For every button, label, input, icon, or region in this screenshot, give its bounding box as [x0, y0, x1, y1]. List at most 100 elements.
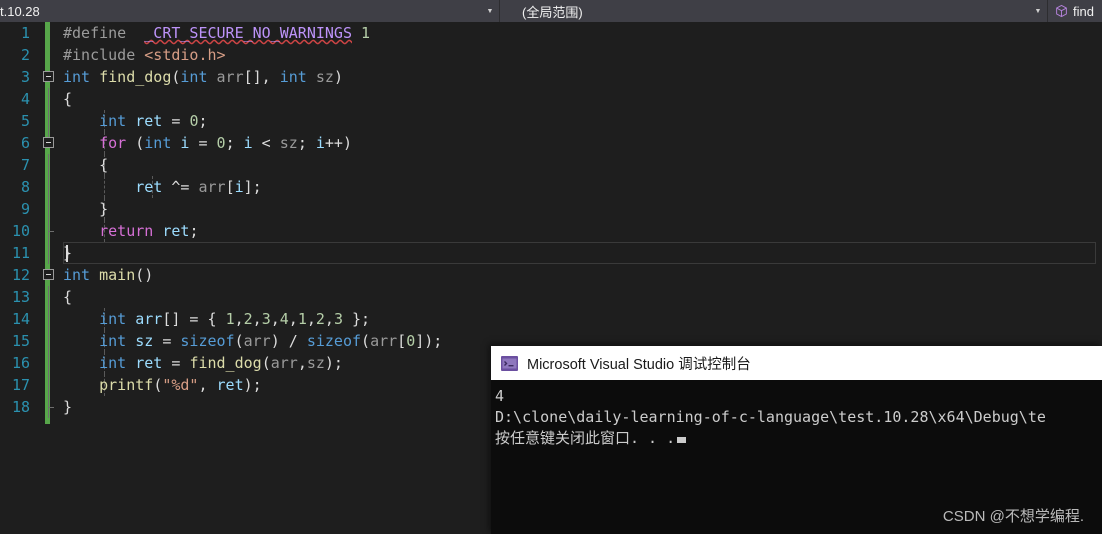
code-text[interactable]: int find_dog(int arr[], int sz) [63, 66, 1102, 88]
fold-margin[interactable] [30, 110, 63, 132]
collapse-icon[interactable] [43, 71, 54, 82]
project-scope-dropdown[interactable]: t.10.28 ▼ [0, 0, 500, 22]
token: sizeof [180, 332, 235, 350]
code-line[interactable]: 3 int find_dog(int arr[], int sz) [0, 66, 1102, 88]
token: sz [135, 332, 154, 350]
code-line[interactable]: 5 int ret = 0; [0, 110, 1102, 132]
code-tokens: return ret; [63, 222, 198, 240]
line-number: 15 [11, 332, 30, 350]
code-line[interactable]: 4{ [0, 88, 1102, 110]
token: int [99, 310, 127, 328]
token: arr [270, 354, 298, 372]
token: ; [198, 112, 208, 130]
fold-margin[interactable] [30, 396, 63, 418]
token: ( [234, 332, 244, 350]
code-text[interactable]: int arr[] = { 1,2,3,4,1,2,3 }; [63, 308, 1102, 330]
token: find_dog [99, 68, 172, 86]
code-text[interactable]: #include <stdio.h> [63, 44, 1102, 66]
code-text[interactable]: return ret; [63, 220, 1102, 242]
code-line[interactable]: 12 int main() [0, 264, 1102, 286]
code-text[interactable]: int main() [63, 264, 1102, 286]
csdn-watermark: CSDN @不想学编程. [942, 508, 1084, 525]
token: ) / [270, 332, 307, 350]
token: [ [397, 332, 407, 350]
fold-margin[interactable] [30, 176, 63, 198]
token: arr [135, 310, 163, 328]
code-text[interactable]: #define _CRT_SECURE_NO_WARNINGS 1 [63, 22, 1102, 44]
code-line[interactable]: 8 ret ^= arr[i]; [0, 176, 1102, 198]
code-text[interactable]: { [63, 286, 1102, 308]
token: , [252, 310, 262, 328]
code-tokens: int ret = find_dog(arr,sz); [63, 354, 343, 372]
chevron-down-icon[interactable]: ▼ [1029, 8, 1047, 15]
fold-margin[interactable] [30, 88, 63, 110]
token: ; [189, 222, 199, 240]
fold-margin[interactable] [30, 374, 63, 396]
console-title-bar[interactable]: Microsoft Visual Studio 调试控制台 [491, 346, 1102, 380]
code-text[interactable]: int ret = 0; [63, 110, 1102, 132]
code-text[interactable]: } [63, 198, 1102, 220]
code-text[interactable]: ret ^= arr[i]; [63, 176, 1102, 198]
code-text[interactable]: { [63, 154, 1102, 176]
fold-margin[interactable] [30, 308, 63, 330]
token: #include [63, 46, 145, 64]
fold-margin[interactable] [30, 220, 63, 242]
token: int [279, 68, 307, 86]
code-tokens: int ret = 0; [63, 112, 208, 130]
cube-icon [1056, 4, 1067, 18]
code-tokens: ret ^= arr[i]; [63, 178, 261, 196]
token: [], [243, 68, 280, 86]
fold-margin[interactable] [30, 154, 63, 176]
code-line[interactable]: 10 return ret; [0, 220, 1102, 242]
token: , [306, 310, 316, 328]
fold-margin[interactable] [30, 198, 63, 220]
collapse-icon[interactable] [43, 137, 54, 148]
fold-margin[interactable] [30, 22, 63, 44]
fold-margin[interactable] [30, 66, 63, 88]
token: sz [306, 354, 325, 372]
line-number: 14 [11, 310, 30, 328]
token: 3 [261, 310, 271, 328]
fold-margin[interactable] [30, 132, 63, 154]
fold-margin[interactable] [30, 264, 63, 286]
fold-margin[interactable] [30, 352, 63, 374]
token: 2 [315, 310, 325, 328]
member-scope-dropdown[interactable]: find [1048, 0, 1102, 22]
namespace-scope-dropdown[interactable]: (全局范围) ▼ [500, 0, 1048, 22]
code-line[interactable]: 1 #define _CRT_SECURE_NO_WARNINGS 1 [0, 22, 1102, 44]
code-text[interactable]: for (int i = 0; i < sz; i++) [63, 132, 1102, 154]
token: ]); [415, 332, 443, 350]
code-text[interactable]: { [63, 88, 1102, 110]
chevron-down-icon[interactable]: ▼ [481, 8, 499, 15]
project-scope-label: t.10.28 [0, 3, 40, 19]
fold-connector [48, 110, 49, 132]
code-line[interactable]: 7 { [0, 154, 1102, 176]
token: } [63, 200, 109, 218]
code-line[interactable]: 2 #include <stdio.h> [0, 44, 1102, 66]
token: }; [342, 310, 371, 328]
token: _CRT_SECURE_NO_WARNINGS [144, 24, 352, 42]
collapse-icon[interactable] [43, 269, 54, 280]
token: , [288, 310, 298, 328]
token: #define [63, 24, 136, 42]
code-tokens: for (int i = 0; i < sz; i++) [63, 134, 352, 152]
code-line[interactable]: 11} [0, 242, 1102, 264]
fold-connector [48, 352, 49, 374]
code-text[interactable]: } [63, 242, 1102, 264]
code-line[interactable]: 9 } [0, 198, 1102, 220]
code-line[interactable]: 14 int arr[] = { 1,2,3,4,1,2,3 }; [0, 308, 1102, 330]
fold-margin[interactable] [30, 242, 63, 264]
fold-connector [48, 308, 49, 330]
fold-connector [48, 176, 49, 198]
fold-margin[interactable] [30, 286, 63, 308]
fold-margin[interactable] [30, 44, 63, 66]
token: , [297, 354, 307, 372]
code-line[interactable]: 13 { [0, 286, 1102, 308]
code-line[interactable]: 6 for (int i = 0; i < sz; i++) [0, 132, 1102, 154]
fold-margin[interactable] [30, 330, 63, 352]
line-number: 4 [20, 90, 30, 108]
